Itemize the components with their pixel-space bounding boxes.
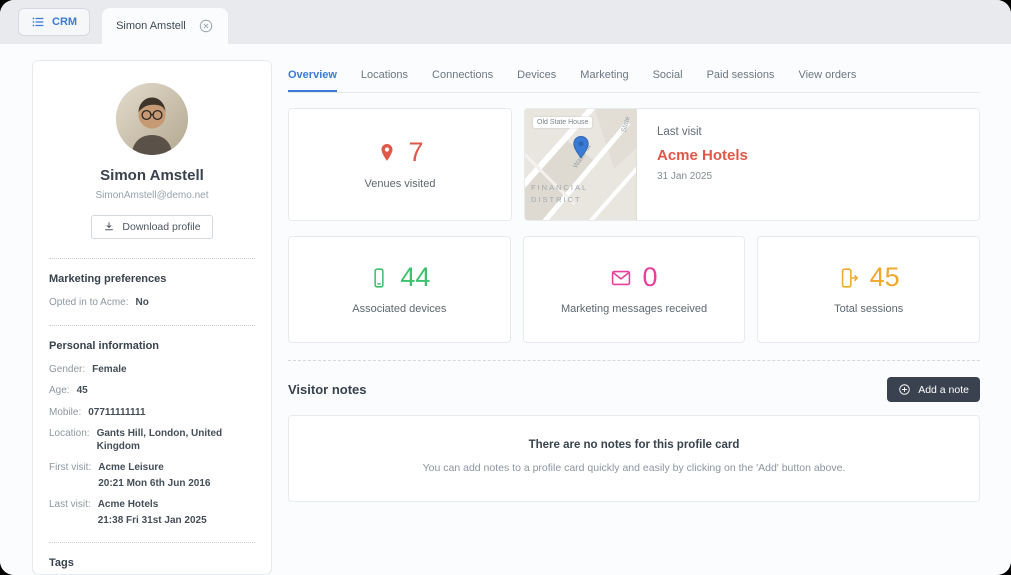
gender-row: Gender: Female — [49, 364, 255, 377]
last-visit-value: Acme Hotels 21:38 Fri 31st Jan 2025 — [98, 499, 207, 527]
mobile-row: Mobile: 07711111111 — [49, 407, 255, 420]
profile-card: Simon Amstell SimonAmstell@demo.net Down… — [32, 60, 272, 575]
first-visit-value: Acme Leisure 20:21 Mon 6th Jun 2016 — [98, 462, 210, 490]
profile-tab-label: Simon Amstell — [116, 20, 186, 32]
last-visit-venue: Acme Hotels — [657, 147, 748, 164]
venues-visited-label: Venues visited — [365, 178, 436, 190]
location-row: Location: Gants Hill, London, United Kin… — [49, 428, 255, 453]
phone-icon — [368, 267, 390, 289]
tab-devices[interactable]: Devices — [517, 60, 556, 92]
last-visit-title: Last visit — [657, 126, 748, 138]
divider — [49, 542, 255, 543]
first-visit-row: First visit: Acme Leisure 20:21 Mon 6th … — [49, 462, 255, 490]
envelope-icon — [610, 267, 632, 289]
map-thumbnail: Old State House Water St State FINANCIAL… — [525, 109, 637, 220]
notes-empty-card: There are no notes for this profile card… — [288, 415, 980, 502]
last-visit-label: Last visit: — [49, 499, 91, 512]
location-value: Gants Hill, London, United Kingdom — [97, 428, 255, 453]
avatar — [116, 83, 188, 155]
last-visit-row: Last visit: Acme Hotels 21:38 Fri 31st J… — [49, 499, 255, 527]
last-visit-venue: Acme Hotels — [98, 499, 207, 512]
stat-card-marketing: 0 Marketing messages received — [523, 236, 746, 343]
total-sessions-value: 45 — [870, 264, 900, 291]
tab-close-icon[interactable] — [198, 18, 214, 34]
last-visit-card: Old State House Water St State FINANCIAL… — [524, 108, 980, 221]
first-visit-time: 20:21 Mon 6th Jun 2016 — [98, 478, 210, 491]
list-icon — [31, 15, 45, 29]
last-visit-time: 21:38 Fri 31st Jan 2025 — [98, 515, 207, 528]
visitor-notes-title: Visitor notes — [288, 382, 367, 397]
profile-email: SimonAmstell@demo.net — [49, 190, 255, 201]
gender-label: Gender: — [49, 364, 85, 377]
add-note-button[interactable]: Add a note — [887, 377, 980, 402]
marketing-preferences-section: Marketing preferences Opted in to Acme: … — [49, 273, 255, 310]
age-value: 45 — [77, 385, 88, 398]
main-panel: Overview Locations Connections Devices M… — [288, 60, 980, 575]
tags-section: Tags Profile type : Visitor Gender : Fem… — [49, 557, 255, 575]
location-label: Location: — [49, 428, 90, 441]
map-pin-icon — [571, 135, 591, 159]
plus-circle-icon — [898, 383, 911, 396]
associated-devices-label: Associated devices — [352, 303, 446, 315]
profile-tabs: Overview Locations Connections Devices M… — [288, 60, 980, 93]
associated-devices-value: 44 — [400, 264, 430, 291]
download-icon — [103, 221, 115, 233]
venues-visited-value: 7 — [408, 139, 423, 166]
notes-empty-text: You can add notes to a profile card quic… — [309, 462, 959, 474]
stat-card-venues: 7 Venues visited — [288, 108, 512, 221]
age-label: Age: — [49, 385, 70, 398]
mobile-label: Mobile: — [49, 407, 81, 420]
age-row: Age: 45 — [49, 385, 255, 398]
first-visit-venue: Acme Leisure — [98, 462, 210, 475]
window-tab-bar: CRM Simon Amstell — [0, 0, 1011, 44]
tab-social[interactable]: Social — [653, 60, 683, 92]
marketing-messages-value: 0 — [642, 264, 657, 291]
crm-tab[interactable]: CRM — [18, 8, 90, 36]
marketing-messages-label: Marketing messages received — [561, 303, 707, 315]
profile-name: Simon Amstell — [49, 167, 255, 184]
crm-window: CRM Simon Amstell — [0, 0, 1011, 575]
opted-in-row: Opted in to Acme: No — [49, 297, 255, 310]
tab-marketing[interactable]: Marketing — [580, 60, 628, 92]
tab-locations[interactable]: Locations — [361, 60, 408, 92]
add-note-label: Add a note — [918, 384, 969, 396]
device-sessions-icon — [838, 267, 860, 289]
stat-card-devices: 44 Associated devices — [288, 236, 511, 343]
stat-card-sessions: 45 Total sessions — [757, 236, 980, 343]
personal-information-section: Personal information Gender: Female Age:… — [49, 340, 255, 528]
dashed-divider — [288, 360, 980, 361]
tab-view-orders[interactable]: View orders — [798, 60, 856, 92]
tab-overview[interactable]: Overview — [288, 60, 337, 92]
download-label: Download profile — [122, 221, 200, 233]
opted-in-value: No — [136, 297, 149, 310]
map-building-label: Old State House — [533, 117, 592, 128]
crm-tab-label: CRM — [52, 16, 77, 28]
mobile-value: 07711111111 — [88, 407, 145, 420]
notes-empty-title: There are no notes for this profile card — [309, 439, 959, 451]
divider — [49, 258, 255, 259]
profile-tab[interactable]: Simon Amstell — [102, 8, 228, 44]
marketing-preferences-title: Marketing preferences — [49, 273, 255, 285]
last-visit-date: 31 Jan 2025 — [657, 171, 748, 182]
content-area: Simon Amstell SimonAmstell@demo.net Down… — [0, 44, 1011, 575]
map-district-label: FINANCIAL DISTRICT — [531, 182, 588, 206]
tab-connections[interactable]: Connections — [432, 60, 493, 92]
tab-paid-sessions[interactable]: Paid sessions — [707, 60, 775, 92]
opted-in-label: Opted in to Acme: — [49, 297, 129, 310]
divider — [49, 325, 255, 326]
tags-title: Tags — [49, 557, 255, 569]
personal-information-title: Personal information — [49, 340, 255, 352]
total-sessions-label: Total sessions — [834, 303, 903, 315]
download-profile-button[interactable]: Download profile — [91, 215, 212, 239]
first-visit-label: First visit: — [49, 462, 91, 475]
gender-value: Female — [92, 364, 126, 377]
location-pin-icon — [376, 142, 398, 164]
